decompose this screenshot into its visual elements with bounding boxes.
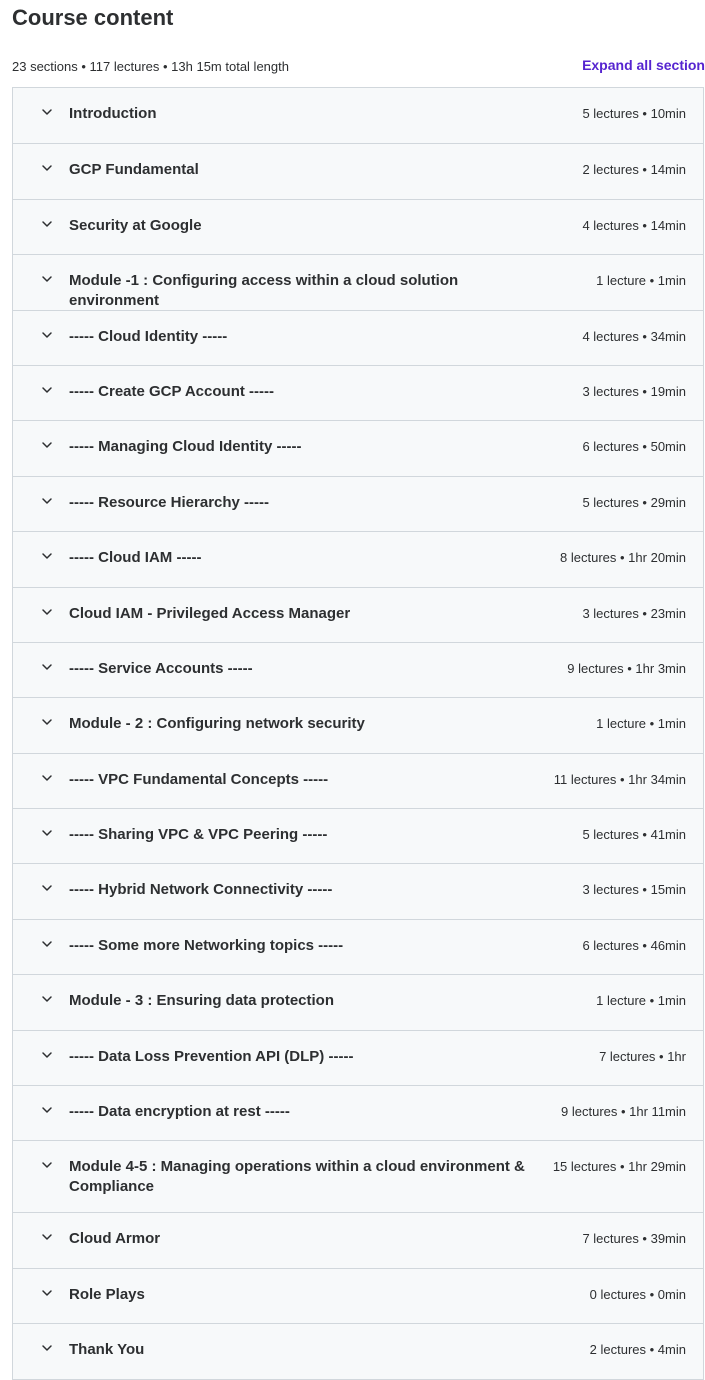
chevron-down-icon bbox=[41, 772, 53, 784]
section-meta: 4 lectures • 34min bbox=[582, 328, 686, 344]
section-meta: 3 lectures • 19min bbox=[582, 383, 686, 399]
chevron-down-icon bbox=[41, 218, 53, 230]
section-meta: 11 lectures • 1hr 34min bbox=[553, 771, 686, 787]
chevron-down-icon bbox=[41, 1287, 53, 1299]
section-meta: 2 lectures • 14min bbox=[582, 162, 686, 178]
section-row[interactable]: Role Plays 0 lectures • 0min bbox=[13, 1267, 703, 1324]
section-title: ----- Create GCP Account ----- bbox=[69, 382, 274, 400]
section-row[interactable]: Security at Google 4 lectures • 14min bbox=[13, 198, 703, 255]
section-row[interactable]: ----- Sharing VPC & VPC Peering ----- 5 l… bbox=[13, 808, 703, 864]
chevron-down-icon bbox=[41, 1159, 53, 1171]
section-meta: 3 lectures • 23min bbox=[582, 605, 686, 621]
section-title: ----- Data encryption at rest ----- bbox=[69, 1103, 290, 1121]
chevron-down-icon bbox=[41, 329, 53, 341]
section-row[interactable]: ----- Data Loss Prevention API (DLP) ---… bbox=[13, 1029, 703, 1086]
section-meta: 2 lectures • 4min bbox=[589, 1342, 686, 1358]
section-row[interactable]: Cloud Armor 7 lectures • 39min bbox=[13, 1212, 703, 1268]
chevron-down-icon bbox=[41, 882, 53, 894]
chevron-down-icon bbox=[41, 439, 53, 451]
section-title: ----- Cloud Identity ----- bbox=[69, 327, 228, 345]
section-title: Module -1 : Configuring access within a … bbox=[69, 272, 459, 310]
section-title: Module - 3 : Ensuring data protection bbox=[69, 992, 335, 1010]
chevron-down-icon bbox=[41, 1231, 53, 1243]
section-row[interactable]: ----- Some more Networking topics ----- 6… bbox=[13, 918, 703, 975]
chevron-down-icon bbox=[41, 993, 53, 1005]
section-row[interactable]: GCP Fundamental 2 lectures • 14min bbox=[13, 143, 703, 199]
section-title: ----- Managing Cloud Identity ----- bbox=[69, 438, 302, 456]
section-title: Introduction bbox=[69, 105, 157, 122]
section-title: Cloud Armor bbox=[69, 1230, 161, 1248]
section-title: ----- VPC Fundamental Concepts ----- bbox=[69, 770, 329, 788]
section-row[interactable]: Module -1 : Configuring access within a … bbox=[13, 254, 703, 310]
section-title: ----- Hybrid Network Connectivity ----- bbox=[69, 881, 333, 899]
section-meta: 6 lectures • 46min bbox=[582, 937, 686, 953]
section-meta: 1 lecture • 1min bbox=[596, 716, 686, 732]
chevron-down-icon bbox=[41, 606, 53, 618]
chevron-down-icon bbox=[41, 1049, 53, 1061]
section-row[interactable]: Module - 2 : Configuring network securit… bbox=[13, 697, 703, 753]
section-meta: 6 lectures • 50min bbox=[582, 439, 686, 455]
section-title: Role Plays bbox=[69, 1285, 145, 1303]
chevron-down-icon bbox=[41, 384, 53, 396]
section-title: GCP Fundamental bbox=[69, 161, 199, 179]
chevron-down-icon bbox=[41, 1342, 53, 1354]
section-meta: 1 lecture • 1min bbox=[596, 273, 686, 289]
section-title: ----- Sharing VPC & VPC Peering ----- bbox=[69, 826, 328, 844]
chevron-down-icon bbox=[41, 1104, 53, 1116]
section-row[interactable]: ----- Cloud Identity ----- 4 lectures • 3… bbox=[13, 309, 703, 365]
section-meta: 9 lectures • 1hr 3min bbox=[567, 660, 686, 676]
section-meta: 0 lectures • 0min bbox=[589, 1286, 686, 1302]
section-meta: 1 lecture • 1min bbox=[596, 993, 686, 1009]
chevron-down-icon bbox=[41, 273, 53, 285]
page-title: Course content bbox=[12, 5, 174, 30]
section-row[interactable]: ----- Managing Cloud Identity ----- 6 lec… bbox=[13, 420, 703, 476]
section-row[interactable]: Thank You 2 lectures • 4min bbox=[13, 1323, 703, 1379]
section-row[interactable]: Introduction 5 lectures • 10min bbox=[13, 88, 703, 144]
section-title: Module 4-5 : Managing operations within … bbox=[69, 1158, 525, 1196]
section-title: ----- Data Loss Prevention API (DLP) ---… bbox=[69, 1047, 354, 1065]
chevron-down-icon bbox=[41, 661, 53, 673]
chevron-down-icon bbox=[41, 495, 53, 507]
section-meta: 9 lectures • 1hr 11min bbox=[561, 1104, 686, 1120]
course-content-panel: Course content 23 sections • 117 lecture… bbox=[0, 0, 705, 1380]
section-meta: 15 lectures • 1hr 29min bbox=[552, 1159, 686, 1175]
section-row[interactable]: ----- Cloud IAM ----- 8 lectures • 1hr 20… bbox=[13, 531, 703, 587]
chevron-down-icon bbox=[41, 938, 53, 950]
section-row[interactable]: Cloud IAM - Privileged Access Manager 3 l… bbox=[13, 586, 703, 642]
section-title: ----- Cloud IAM ----- bbox=[69, 549, 202, 567]
section-title: Module - 2 : Configuring network securit… bbox=[69, 715, 365, 733]
section-title: Cloud IAM - Privileged Access Manager bbox=[69, 604, 351, 622]
section-meta: 5 lectures • 41min bbox=[582, 827, 686, 843]
section-list: Introduction 5 lectures • 10min GCP Fundam… bbox=[12, 87, 704, 1380]
section-meta: 5 lectures • 29min bbox=[582, 494, 686, 510]
expand-all-sections-button[interactable]: Expand all section bbox=[582, 57, 705, 73]
section-row[interactable]: ----- Create GCP Account ----- 3 lectures… bbox=[13, 364, 703, 421]
section-meta: 5 lectures • 10min bbox=[582, 106, 686, 121]
section-meta: 7 lectures • 39min bbox=[582, 1231, 686, 1247]
course-summary-row: 23 sections • 117 lectures • 13h 15m tot… bbox=[12, 57, 705, 77]
section-row[interactable]: ----- VPC Fundamental Concepts ----- 11 l… bbox=[13, 752, 703, 809]
chevron-down-icon bbox=[41, 550, 53, 562]
course-summary: 23 sections • 117 lectures • 13h 15m tot… bbox=[12, 59, 289, 74]
section-title: ----- Some more Networking topics ----- bbox=[69, 936, 344, 954]
section-row[interactable]: ----- Hybrid Network Connectivity ----- 3… bbox=[13, 863, 703, 919]
chevron-down-icon bbox=[41, 716, 53, 728]
section-title: ----- Resource Hierarchy ----- bbox=[69, 493, 270, 511]
section-row[interactable]: ----- Resource Hierarchy ----- 5 lectures… bbox=[13, 475, 703, 532]
section-meta: 4 lectures • 14min bbox=[582, 217, 686, 233]
chevron-down-icon bbox=[41, 827, 53, 839]
section-row[interactable]: ----- Data encryption at rest ----- 9 lec… bbox=[13, 1085, 703, 1141]
section-title: Security at Google bbox=[69, 216, 202, 234]
section-row[interactable]: Module 4-5 : Managing operations within … bbox=[13, 1140, 703, 1213]
section-row[interactable]: ----- Service Accounts ----- 9 lectures •… bbox=[13, 641, 703, 698]
section-title: Thank You bbox=[69, 1341, 145, 1359]
chevron-down-icon bbox=[41, 106, 53, 118]
chevron-down-icon bbox=[41, 162, 53, 174]
section-row[interactable]: Module - 3 : Ensuring data protection 1 l… bbox=[13, 974, 703, 1030]
section-meta: 3 lectures • 15min bbox=[582, 882, 686, 898]
section-meta: 8 lectures • 1hr 20min bbox=[560, 550, 686, 566]
section-title: ----- Service Accounts ----- bbox=[69, 659, 253, 677]
section-meta: 7 lectures • 1hr bbox=[599, 1048, 686, 1064]
